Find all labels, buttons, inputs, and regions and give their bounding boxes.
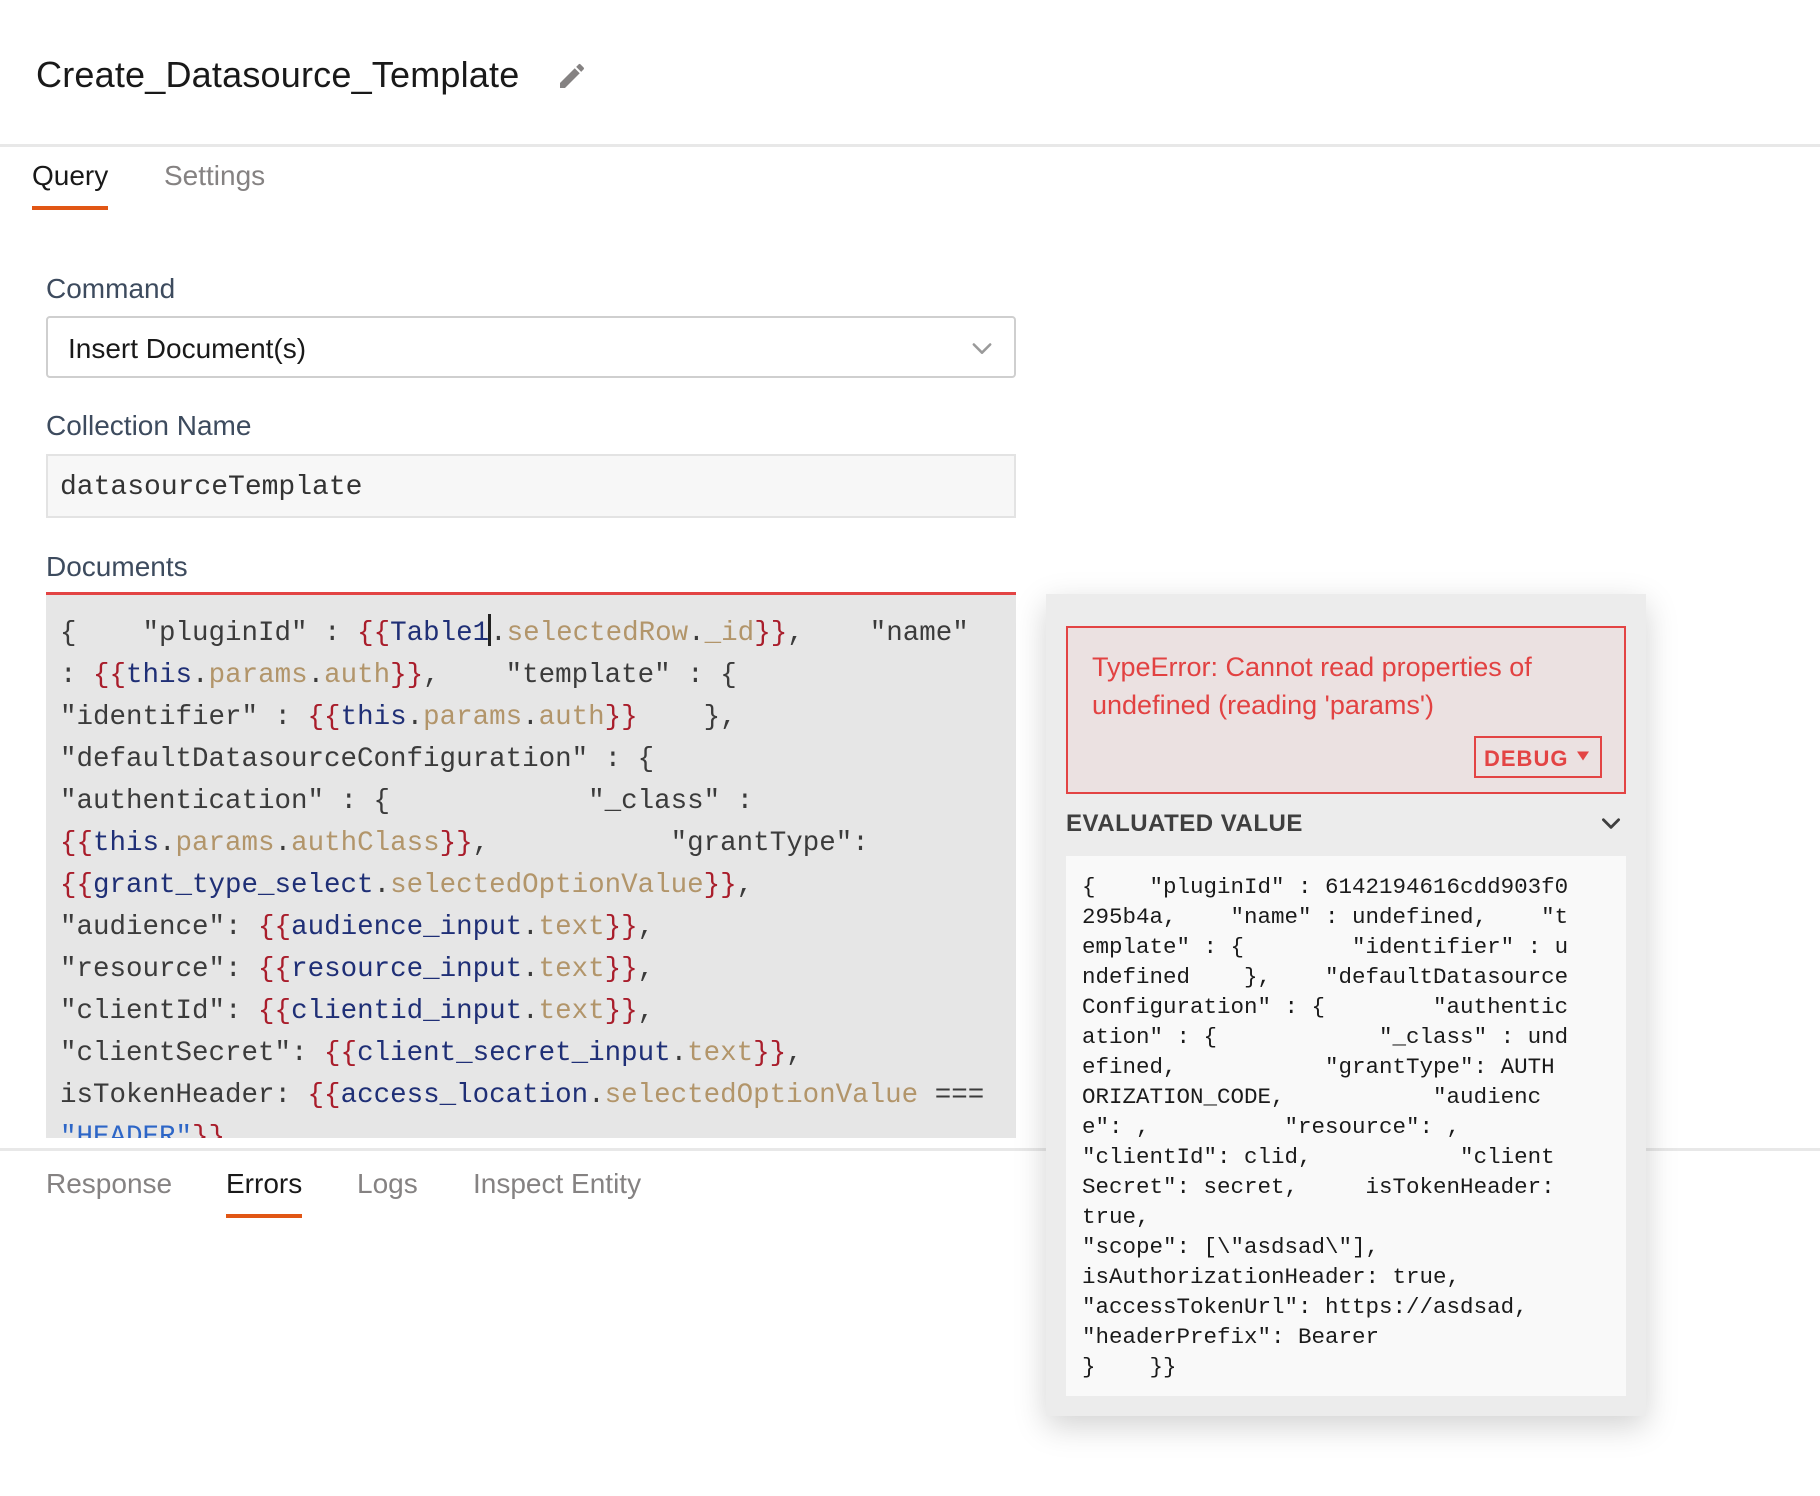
code-line: {{this.params.authClass}}, "grantType": [60,828,869,859]
text-cursor [488,614,492,646]
code-line: "identifier" : {{this.params.auth}} }, [60,702,737,733]
error-message-box: TypeError: Cannot read properties of und… [1066,626,1626,794]
documents-label: Documents [46,551,188,582]
collection-name-label: Collection Name [46,410,252,441]
debug-button-label: DEBUG [1484,746,1569,771]
collection-name-value: datasourceTemplate [60,472,363,503]
code-line: "resource": {{resource_input.text}}, [60,954,655,985]
documents-editor[interactable]: { "pluginId" : {{Table1.selectedRow._id}… [46,592,1016,1138]
code-line: "authentication" : { "_class" : [60,786,754,817]
documents-code[interactable]: { "pluginId" : {{Table1.selectedRow._id}… [60,613,1008,1138]
tab-response[interactable]: Response [46,1168,172,1214]
tab-query[interactable]: Query [32,160,109,210]
command-select-value: Insert Document(s) [68,333,307,364]
collection-name-input[interactable]: datasourceTemplate [46,454,1016,518]
evaluated-value-header[interactable]: EVALUATED VALUE [1066,810,1626,850]
evaluated-value-title: EVALUATED VALUE [1066,810,1303,837]
code-text: { "pluginId" : {{Table1.selectedRow._id}… [60,614,969,649]
command-label: Command [46,273,176,304]
debug-button[interactable]: DEBUG [1474,736,1602,778]
code-line: {{grant_type_select.selectedOptionValue}… [60,870,754,901]
tab-logs[interactable]: Logs [357,1168,418,1214]
evaluated-value-popover: TypeError: Cannot read properties of und… [1046,594,1646,1416]
page-header: Create_Datasource_Template [0,0,1820,147]
evaluated-value-box: { "pluginId" : 6142194616cdd903f0 295b4a… [1066,856,1626,1396]
code-line: "clientId": {{clientid_input.text}}, [60,996,655,1027]
tab-settings[interactable]: Settings [164,160,265,206]
code-line: isTokenHeader: {{access_location.selecte… [60,1080,985,1111]
tab-inspect-entity[interactable]: Inspect Entity [473,1168,641,1214]
code-line: { "pluginId" : {{Table1.selectedRow._id}… [60,614,969,649]
tab-errors[interactable]: Errors [226,1168,303,1218]
code-line: "clientSecret": {{client_secret_input.te… [60,1038,803,1069]
error-message: TypeError: Cannot read properties of und… [1092,652,1532,720]
chevron-down-icon[interactable] [1598,810,1624,836]
caret-down-icon [1577,751,1589,761]
page-title[interactable]: Create_Datasource_Template [36,54,519,96]
command-select[interactable]: Insert Document(s) [46,316,1016,378]
pencil-icon[interactable] [556,60,588,92]
code-line: "audience": {{audience_input.text}}, [60,912,655,943]
evaluated-value-code: { "pluginId" : 6142194616cdd903f0 295b4a… [1082,874,1569,1380]
code-line: "defaultDatasourceConfiguration" : { [60,744,655,775]
code-line: : {{this.params.auth}}, "template" : { [60,660,737,691]
chevron-down-icon [972,343,992,354]
code-line: "HEADER"}}, [60,1122,242,1138]
